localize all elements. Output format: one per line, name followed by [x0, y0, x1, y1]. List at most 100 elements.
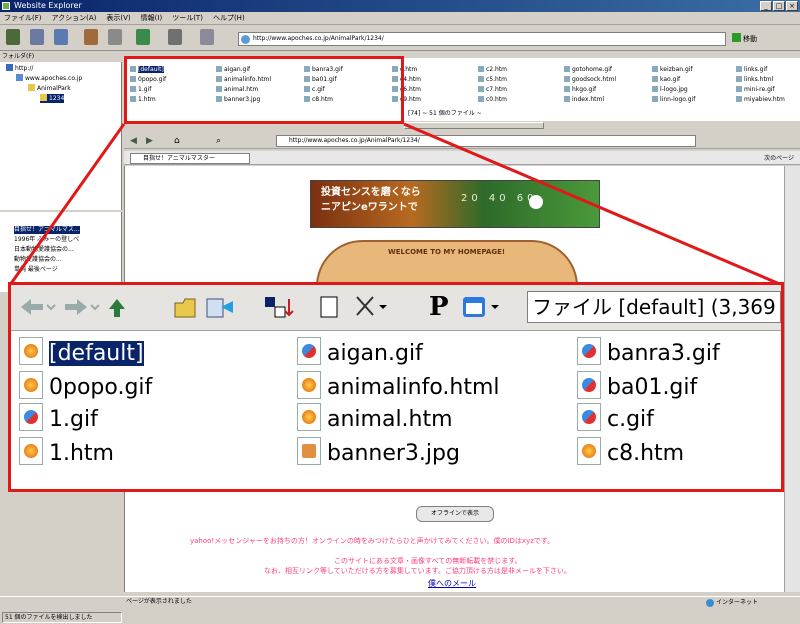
small-file-item[interactable]: miyabiev.htm	[736, 96, 785, 104]
file-icon	[652, 86, 658, 92]
link-notice: なお、相互リンク等していただける方を募集しています。ご協力頂ける方は是非メールを…	[264, 567, 571, 575]
up-arrow-icon[interactable]	[109, 299, 125, 317]
tab-page[interactable]: 目指せ！アニマルマスター	[130, 153, 250, 164]
calendar-icon[interactable]	[459, 293, 509, 321]
browser-address-field[interactable]: http://www.apoches.co.jp/AnimalPark/1234…	[276, 135, 696, 147]
small-file-item[interactable]: hkgo.gif	[564, 86, 596, 94]
menu-action[interactable]: アクション(A)	[52, 12, 97, 24]
small-file-item[interactable]: c2.htm	[478, 66, 507, 74]
tree-node-1234[interactable]: 1234	[40, 94, 65, 103]
back-arrow-icon[interactable]	[21, 299, 43, 315]
menu-tools[interactable]: ツール(T)	[172, 12, 203, 24]
file-item[interactable]: banner3.jpg	[297, 437, 460, 469]
small-file-item[interactable]: c5.htm	[478, 76, 507, 84]
file-item[interactable]: banra3.gif	[577, 337, 720, 369]
small-file-item[interactable]: index.html	[564, 96, 604, 104]
small-file-item[interactable]: keizban.gif	[652, 66, 693, 74]
address-field[interactable]: http://www.apoches.co.jp/AnimalPark/1234…	[238, 32, 726, 46]
menu-bar: ファイル(F) アクション(A) 表示(V) 情報(I) ツール(T) ヘルプ(…	[0, 12, 800, 25]
mail-link[interactable]: 僕へのメール	[428, 578, 476, 589]
home-icon[interactable]: ⌂	[174, 136, 180, 146]
menu-info[interactable]: 情報(I)	[141, 12, 163, 24]
download-icon[interactable]	[30, 29, 44, 45]
save-icon[interactable]	[136, 29, 150, 45]
bookmark-item[interactable]: 動物愛護協会の...	[14, 256, 62, 264]
filter-icon[interactable]	[108, 29, 122, 45]
file-item[interactable]: animalinfo.html	[297, 371, 500, 403]
menu-view[interactable]: 表示(V)	[106, 12, 130, 24]
minimize-button[interactable]: _	[760, 1, 772, 11]
forward-arrow-icon[interactable]: ▶	[146, 136, 153, 146]
small-file-item[interactable]: gotohome.gif	[564, 66, 612, 74]
small-file-item[interactable]: mini-re.gif	[736, 86, 775, 94]
window-icon[interactable]	[320, 296, 338, 318]
small-file-item[interactable]: links.html	[736, 76, 773, 84]
small-file-item[interactable]: goodsock.html	[564, 76, 616, 84]
folder-icon	[28, 84, 35, 91]
gif-file-icon	[297, 337, 321, 365]
view-dropdown-icon[interactable]	[379, 305, 387, 309]
ad-banner[interactable]: 投資センスを磨くなら ニアピンeワラントで 20 40 60	[310, 180, 600, 228]
go-button[interactable]: 移動	[732, 32, 768, 46]
network-icon[interactable]	[200, 29, 214, 45]
back-tool-icon[interactable]	[6, 29, 20, 45]
file-item[interactable]: 1.htm	[19, 437, 114, 469]
file-name: c.gif	[607, 407, 654, 432]
site-icon[interactable]	[54, 29, 68, 45]
file-icon	[652, 96, 658, 102]
scroll-thumb[interactable]	[404, 122, 544, 129]
file-item[interactable]: 0popo.gif	[19, 371, 152, 403]
tree-node-root[interactable]: http://	[6, 64, 33, 73]
sort-icon[interactable]	[261, 293, 301, 321]
zoom-icon[interactable]: ⌕	[216, 136, 221, 146]
internet-zone-icon	[706, 599, 714, 607]
status-zone: インターネット	[706, 598, 798, 608]
open-folder-icon[interactable]	[174, 298, 196, 318]
file-item[interactable]: 1.gif	[19, 403, 98, 435]
vertical-scrollbar[interactable]	[784, 166, 800, 592]
small-file-item[interactable]: kao.gif	[652, 76, 680, 84]
file-item[interactable]: [default]	[19, 337, 145, 369]
property-icon[interactable]: P	[429, 293, 449, 321]
file-icon	[652, 76, 658, 82]
back-dropdown-icon[interactable]	[46, 304, 56, 311]
file-item[interactable]: aigan.gif	[297, 337, 423, 369]
sync-icon[interactable]	[206, 298, 224, 318]
banner-text: 投資センスを磨くなら ニアピンeワラントで	[321, 185, 421, 215]
forward-dropdown-icon[interactable]	[90, 304, 100, 311]
tree-node-animalpark[interactable]: AnimalPark	[28, 84, 71, 93]
title-bar: Website Explorer	[0, 0, 800, 12]
offline-button[interactable]: オフラインで表示	[416, 506, 494, 522]
tree-node-domain[interactable]: www.apoches.co.jp	[16, 74, 82, 83]
tool-icon[interactable]	[84, 29, 98, 45]
bookmark-item[interactable]: 目指せ！アニマルマス...	[14, 226, 80, 234]
back-arrow-icon[interactable]: ◀	[130, 136, 137, 146]
bookmark-item[interactable]: 1996年 ぶみーの登しべ	[14, 236, 79, 244]
zoom-inset: P ファイル [default] (3,369 [default] aigan.g…	[8, 282, 784, 492]
forward-arrow-icon[interactable]	[65, 299, 87, 315]
close-button[interactable]: ×	[786, 1, 798, 11]
small-file-item[interactable]: links.gif	[736, 66, 767, 74]
small-file-item[interactable]: linn-logo.gif	[652, 96, 695, 104]
next-page-link[interactable]: 次のページ	[764, 153, 794, 162]
maximize-button[interactable]: □	[773, 1, 785, 11]
print-icon[interactable]	[168, 29, 182, 45]
file-icon	[564, 96, 570, 102]
bookmark-item[interactable]: 単純 最後ページ	[14, 266, 58, 274]
bookmark-item[interactable]: 日本動物愛護協会の...	[14, 246, 74, 254]
small-file-item[interactable]: c0.htm	[478, 96, 507, 104]
file-item[interactable]: animal.htm	[297, 403, 453, 435]
tree-view-icon[interactable]	[356, 296, 374, 316]
file-item[interactable]: c.gif	[577, 403, 654, 435]
file-item[interactable]: ba01.gif	[577, 371, 697, 403]
file-name: 0popo.gif	[49, 375, 153, 400]
small-file-item[interactable]: c7.htm	[478, 86, 507, 94]
menu-help[interactable]: ヘルプ(H)	[213, 12, 245, 24]
file-item[interactable]: c8.htm	[577, 437, 684, 469]
file-icon	[478, 86, 484, 92]
small-file-item[interactable]: l-logo.jpg	[652, 86, 688, 94]
app-icon	[2, 2, 10, 10]
file-name: [default]	[48, 340, 145, 367]
server-icon	[16, 74, 23, 81]
menu-file[interactable]: ファイル(F)	[4, 12, 42, 24]
